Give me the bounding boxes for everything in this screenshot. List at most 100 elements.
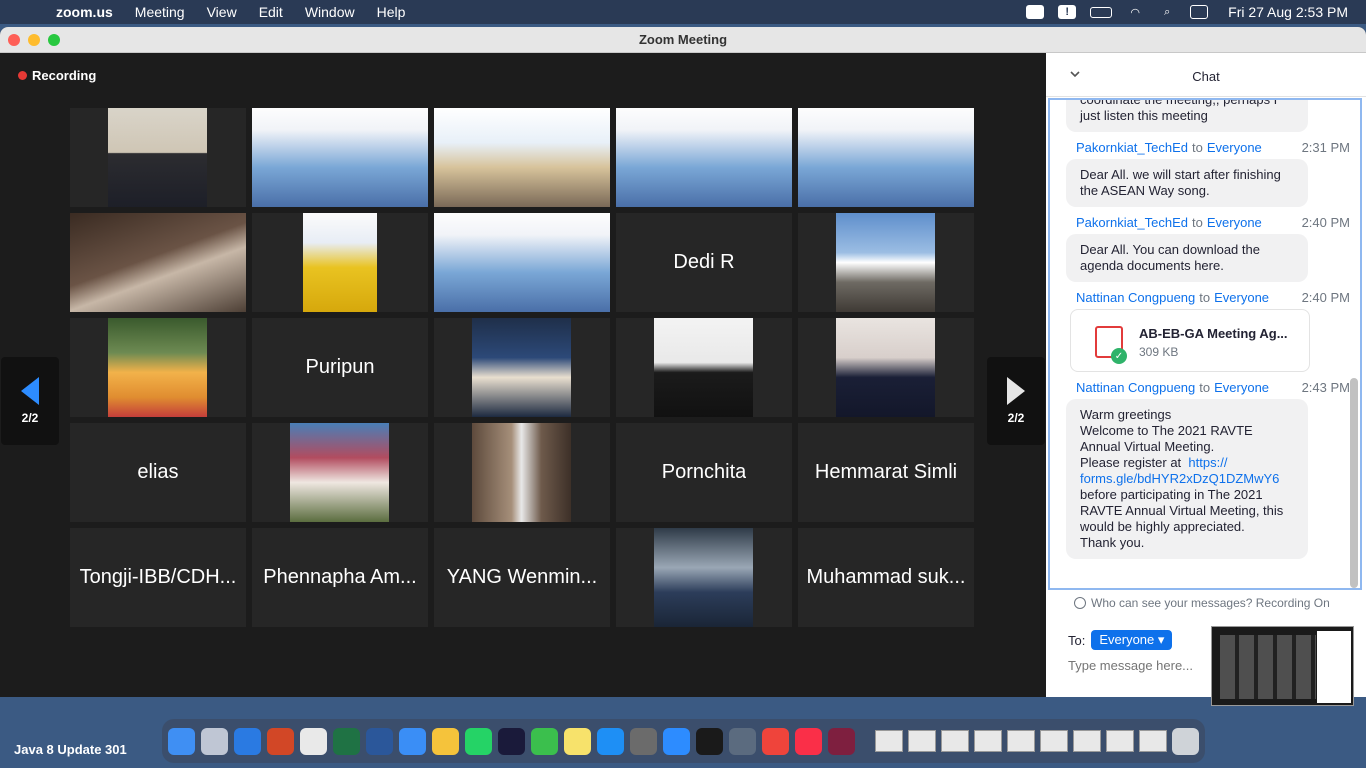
participant-tile[interactable] xyxy=(252,423,428,522)
dock-document-thumbnail[interactable] xyxy=(1040,730,1068,752)
menu-app-name[interactable]: zoom.us xyxy=(56,4,113,20)
dock-document-thumbnail[interactable] xyxy=(974,730,1002,752)
system-preferences-icon[interactable] xyxy=(630,727,657,755)
battery-icon[interactable] xyxy=(1090,6,1113,18)
participant-tile[interactable] xyxy=(434,108,610,207)
dock-document-thumbnail[interactable] xyxy=(1007,730,1035,752)
zoom-status-icon[interactable] xyxy=(1026,5,1045,19)
dock-document-thumbnail[interactable] xyxy=(908,730,936,752)
safari-icon[interactable] xyxy=(234,727,261,755)
chat-scrollbar[interactable] xyxy=(1350,378,1358,588)
message-recipient[interactable]: Everyone xyxy=(1207,140,1262,155)
menu-view[interactable]: View xyxy=(207,4,237,20)
facetime-icon[interactable] xyxy=(531,727,558,755)
recipient-dropdown[interactable]: Everyone ▾ xyxy=(1091,630,1173,650)
participant-tile[interactable] xyxy=(252,213,428,312)
participant-tile[interactable] xyxy=(616,528,792,627)
participant-tile[interactable]: YANG Wenmin... xyxy=(434,528,610,627)
finder-icon[interactable] xyxy=(168,727,195,755)
menu-edit[interactable]: Edit xyxy=(259,4,283,20)
webex-meetings-icon[interactable] xyxy=(696,727,723,755)
message-line: Welcome to The 2021 RAVTE Annual Virtual… xyxy=(1080,423,1253,454)
affinity-icon[interactable] xyxy=(828,727,855,755)
message-line: Warm greetings xyxy=(1080,407,1172,422)
java-update-label[interactable]: Java 8 Update 301 xyxy=(14,742,127,757)
chat-message-input[interactable] xyxy=(1068,658,1208,673)
participant-tile[interactable] xyxy=(434,318,610,417)
message-recipient[interactable]: Everyone xyxy=(1214,380,1269,395)
notes-icon[interactable] xyxy=(564,727,591,755)
participant-video xyxy=(472,318,571,417)
participant-tile[interactable]: Tongji-IBB/CDH... xyxy=(70,528,246,627)
remote-desktop-icon[interactable] xyxy=(729,727,756,755)
webex-icon[interactable] xyxy=(498,727,525,755)
participant-tile[interactable]: Dedi R xyxy=(616,213,792,312)
whatsapp-icon[interactable] xyxy=(465,727,492,755)
participant-tile[interactable] xyxy=(70,213,246,312)
dock-document-thumbnail[interactable] xyxy=(1106,730,1134,752)
photos-icon[interactable] xyxy=(432,727,459,755)
message-time: 2:40 PM xyxy=(1301,290,1350,305)
message-time: 2:40 PM xyxy=(1301,215,1350,230)
trash-icon[interactable] xyxy=(1172,727,1199,755)
dock-document-thumbnail[interactable] xyxy=(1139,730,1167,752)
wifi-icon[interactable]: ◠ xyxy=(1126,5,1144,19)
message-sender[interactable]: Nattinan Congpueng xyxy=(1076,290,1195,305)
alert-status-icon[interactable]: ! xyxy=(1058,5,1077,19)
participant-tile[interactable] xyxy=(616,318,792,417)
excel-icon[interactable] xyxy=(333,727,360,755)
message-recipient[interactable]: Everyone xyxy=(1214,290,1269,305)
anydesk-icon[interactable] xyxy=(762,727,789,755)
participant-tile[interactable]: Hemmarat Simli xyxy=(798,423,974,522)
message-recipient[interactable]: Everyone xyxy=(1207,215,1262,230)
participant-tile[interactable]: elias xyxy=(70,423,246,522)
participant-tile[interactable] xyxy=(798,108,974,207)
chat-messages[interactable]: coordinate the meeting,, perhaps I just … xyxy=(1048,98,1362,590)
chrome-icon[interactable] xyxy=(300,727,327,755)
zoom-window-button[interactable] xyxy=(48,34,60,46)
participant-tile[interactable] xyxy=(798,318,974,417)
screenshot-preview-thumbnail[interactable] xyxy=(1211,626,1354,706)
dock-document-thumbnail[interactable] xyxy=(1073,730,1101,752)
menu-window[interactable]: Window xyxy=(305,4,355,20)
participant-tile[interactable] xyxy=(70,318,246,417)
participant-tile[interactable]: Pornchita xyxy=(616,423,792,522)
file-attachment[interactable]: ✓ AB-EB-GA Meeting Ag... 309 KB xyxy=(1070,309,1310,372)
message-sender[interactable]: Pakornkiat_TechEd xyxy=(1076,215,1188,230)
minimize-window-button[interactable] xyxy=(28,34,40,46)
menu-help[interactable]: Help xyxy=(377,4,406,20)
chat-header: Chat xyxy=(1046,53,1366,97)
app-store-icon[interactable] xyxy=(597,727,624,755)
previous-page-button[interactable]: 2/2 xyxy=(1,357,59,445)
participant-tile[interactable] xyxy=(616,108,792,207)
participant-name: Hemmarat Simli xyxy=(814,461,958,483)
control-center-icon[interactable] xyxy=(1190,5,1209,19)
participant-tile[interactable] xyxy=(798,213,974,312)
message-sender[interactable]: Nattinan Congpueng xyxy=(1076,380,1195,395)
participant-tile[interactable]: Puripun xyxy=(252,318,428,417)
dock-document-thumbnail[interactable] xyxy=(875,730,903,752)
launchpad-icon[interactable] xyxy=(201,727,228,755)
mail-icon[interactable] xyxy=(399,727,426,755)
menubar-clock[interactable]: Fri 27 Aug 2:53 PM xyxy=(1228,4,1348,20)
recording-indicator[interactable]: Recording xyxy=(18,68,96,83)
participant-name: elias xyxy=(137,461,179,483)
powerpoint-icon[interactable] xyxy=(267,727,294,755)
participant-tile[interactable] xyxy=(70,108,246,207)
message-visibility-info[interactable]: Who can see your messages? Recording On xyxy=(1074,596,1330,610)
message-sender[interactable]: Pakornkiat_TechEd xyxy=(1076,140,1188,155)
participant-tile[interactable] xyxy=(434,423,610,522)
next-page-button[interactable]: 2/2 xyxy=(987,357,1045,445)
file-name: AB-EB-GA Meeting Ag... xyxy=(1139,326,1288,341)
spotlight-search-icon[interactable]: ⌕ xyxy=(1158,5,1176,19)
zoom-icon[interactable] xyxy=(663,727,690,755)
close-window-button[interactable] xyxy=(8,34,20,46)
menu-meeting[interactable]: Meeting xyxy=(135,4,185,20)
word-icon[interactable] xyxy=(366,727,393,755)
participant-tile[interactable]: Phennapha Am... xyxy=(252,528,428,627)
dock-document-thumbnail[interactable] xyxy=(941,730,969,752)
participant-tile[interactable] xyxy=(252,108,428,207)
participant-tile[interactable]: Muhammad suk... xyxy=(798,528,974,627)
participant-tile[interactable] xyxy=(434,213,610,312)
music-icon[interactable] xyxy=(795,727,822,755)
